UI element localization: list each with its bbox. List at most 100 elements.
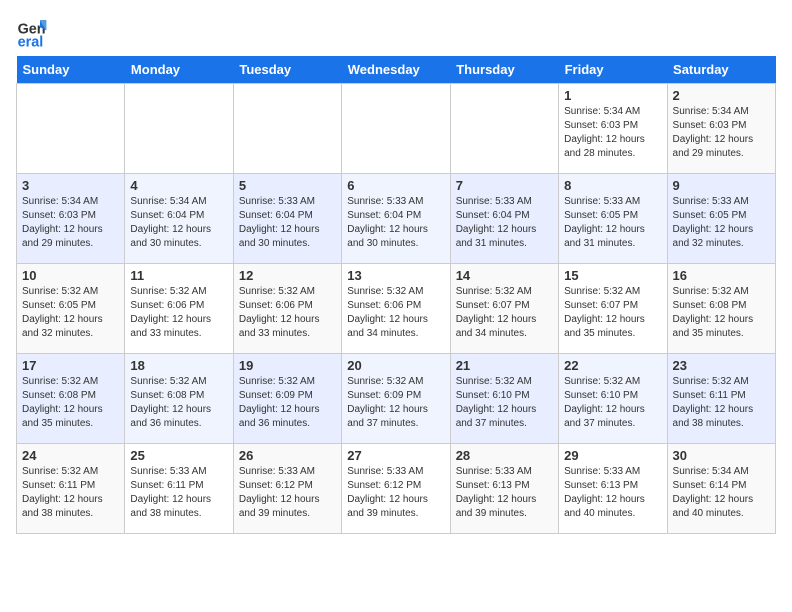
day-number: 15 [564,268,661,283]
day-info: Sunrise: 5:33 AM Sunset: 6:05 PM Dayligh… [564,195,661,251]
day-number: 22 [564,358,661,373]
calendar-cell: 20 Sunrise: 5:32 AM Sunset: 6:09 PM Dayli… [342,354,450,444]
weekday-header-saturday: Saturday [667,56,775,84]
calendar-cell: 14Sunrise: 5:32 AM Sunset: 6:07 PM Dayli… [450,264,558,354]
calendar-cell: 30 Sunrise: 5:34 AM Sunset: 6:14 PM Dayli… [667,444,775,534]
day-number: 23 [673,358,770,373]
calendar-cell: 3 Sunrise: 5:34 AM Sunset: 6:03 PM Daylig… [17,174,125,264]
day-info: Sunrise: 5:33 AM Sunset: 6:13 PM Dayligh… [564,465,661,521]
calendar-cell: 29 Sunrise: 5:33 AM Sunset: 6:13 PM Dayli… [559,444,667,534]
calendar-cell: 16Sunrise: 5:32 AM Sunset: 6:08 PM Dayli… [667,264,775,354]
day-info: Sunrise: 5:33 AM Sunset: 6:12 PM Dayligh… [239,465,336,521]
calendar-cell [125,84,233,174]
calendar-cell: 25 Sunrise: 5:33 AM Sunset: 6:11 PM Dayli… [125,444,233,534]
day-number: 1 [564,88,661,103]
weekday-header-row: SundayMondayTuesdayWednesdayThursdayFrid… [17,56,776,84]
calendar-cell: 18 Sunrise: 5:32 AM Sunset: 6:08 PM Dayli… [125,354,233,444]
day-info: Sunrise: 5:32 AM Sunset: 6:10 PM Dayligh… [456,375,553,431]
day-number: 8 [564,178,661,193]
calendar-week-row: 1 Sunrise: 5:34 AM Sunset: 6:03 PM Daylig… [17,84,776,174]
calendar-cell: 6 Sunrise: 5:33 AM Sunset: 6:04 PM Daylig… [342,174,450,264]
day-number: 21 [456,358,553,373]
day-number: 17 [22,358,119,373]
logo-icon: Gen eral [16,16,48,48]
day-number: 3 [22,178,119,193]
day-number: 11 [130,268,227,283]
calendar-cell: 24Sunrise: 5:32 AM Sunset: 6:11 PM Dayli… [17,444,125,534]
svg-text:eral: eral [18,34,44,48]
calendar-cell: 4Sunrise: 5:34 AM Sunset: 6:04 PM Daylig… [125,174,233,264]
calendar-cell: 23 Sunrise: 5:32 AM Sunset: 6:11 PM Dayli… [667,354,775,444]
calendar-cell: 12 Sunrise: 5:32 AM Sunset: 6:06 PM Dayli… [233,264,341,354]
day-number: 16 [673,268,770,283]
calendar-week-row: 24Sunrise: 5:32 AM Sunset: 6:11 PM Dayli… [17,444,776,534]
day-info: Sunrise: 5:33 AM Sunset: 6:04 PM Dayligh… [347,195,444,251]
calendar-cell: 9Sunrise: 5:33 AM Sunset: 6:05 PM Daylig… [667,174,775,264]
calendar-cell: 15 Sunrise: 5:32 AM Sunset: 6:07 PM Dayli… [559,264,667,354]
calendar-cell: 5Sunrise: 5:33 AM Sunset: 6:04 PM Daylig… [233,174,341,264]
calendar-cell: 11 Sunrise: 5:32 AM Sunset: 6:06 PM Dayli… [125,264,233,354]
day-info: Sunrise: 5:33 AM Sunset: 6:13 PM Dayligh… [456,465,553,521]
day-info: Sunrise: 5:34 AM Sunset: 6:03 PM Dayligh… [564,105,661,161]
day-info: Sunrise: 5:33 AM Sunset: 6:04 PM Dayligh… [456,195,553,251]
calendar-cell: 27 Sunrise: 5:33 AM Sunset: 6:12 PM Dayli… [342,444,450,534]
day-info: Sunrise: 5:32 AM Sunset: 6:09 PM Dayligh… [347,375,444,431]
day-number: 5 [239,178,336,193]
day-number: 9 [673,178,770,193]
day-number: 14 [456,268,553,283]
day-number: 29 [564,448,661,463]
day-number: 18 [130,358,227,373]
day-info: Sunrise: 5:32 AM Sunset: 6:09 PM Dayligh… [239,375,336,431]
calendar-cell: 1 Sunrise: 5:34 AM Sunset: 6:03 PM Daylig… [559,84,667,174]
day-number: 20 [347,358,444,373]
day-info: Sunrise: 5:32 AM Sunset: 6:06 PM Dayligh… [239,285,336,341]
weekday-header-wednesday: Wednesday [342,56,450,84]
day-number: 30 [673,448,770,463]
day-number: 26 [239,448,336,463]
calendar-cell: 8 Sunrise: 5:33 AM Sunset: 6:05 PM Daylig… [559,174,667,264]
day-number: 24 [22,448,119,463]
calendar-cell: 13 Sunrise: 5:32 AM Sunset: 6:06 PM Dayli… [342,264,450,354]
day-info: Sunrise: 5:33 AM Sunset: 6:11 PM Dayligh… [130,465,227,521]
day-info: Sunrise: 5:32 AM Sunset: 6:08 PM Dayligh… [130,375,227,431]
calendar-week-row: 17 Sunrise: 5:32 AM Sunset: 6:08 PM Dayli… [17,354,776,444]
day-info: Sunrise: 5:34 AM Sunset: 6:03 PM Dayligh… [673,105,770,161]
calendar-cell [342,84,450,174]
calendar-cell [17,84,125,174]
calendar-week-row: 10Sunrise: 5:32 AM Sunset: 6:05 PM Dayli… [17,264,776,354]
day-info: Sunrise: 5:32 AM Sunset: 6:06 PM Dayligh… [130,285,227,341]
header: Gen eral [16,16,776,48]
day-number: 28 [456,448,553,463]
day-info: Sunrise: 5:32 AM Sunset: 6:10 PM Dayligh… [564,375,661,431]
calendar-cell [233,84,341,174]
calendar-cell: 22 Sunrise: 5:32 AM Sunset: 6:10 PM Dayli… [559,354,667,444]
calendar-table: SundayMondayTuesdayWednesdayThursdayFrid… [16,56,776,534]
calendar-cell: 26 Sunrise: 5:33 AM Sunset: 6:12 PM Dayli… [233,444,341,534]
calendar-cell: 7 Sunrise: 5:33 AM Sunset: 6:04 PM Daylig… [450,174,558,264]
day-info: Sunrise: 5:33 AM Sunset: 6:12 PM Dayligh… [347,465,444,521]
logo: Gen eral [16,16,52,48]
day-number: 2 [673,88,770,103]
day-info: Sunrise: 5:34 AM Sunset: 6:14 PM Dayligh… [673,465,770,521]
day-info: Sunrise: 5:34 AM Sunset: 6:04 PM Dayligh… [130,195,227,251]
calendar-week-row: 3 Sunrise: 5:34 AM Sunset: 6:03 PM Daylig… [17,174,776,264]
weekday-header-monday: Monday [125,56,233,84]
day-info: Sunrise: 5:32 AM Sunset: 6:07 PM Dayligh… [564,285,661,341]
day-info: Sunrise: 5:32 AM Sunset: 6:05 PM Dayligh… [22,285,119,341]
day-info: Sunrise: 5:32 AM Sunset: 6:06 PM Dayligh… [347,285,444,341]
weekday-header-thursday: Thursday [450,56,558,84]
weekday-header-sunday: Sunday [17,56,125,84]
calendar-cell: 19Sunrise: 5:32 AM Sunset: 6:09 PM Dayli… [233,354,341,444]
day-number: 7 [456,178,553,193]
weekday-header-tuesday: Tuesday [233,56,341,84]
day-info: Sunrise: 5:32 AM Sunset: 6:08 PM Dayligh… [22,375,119,431]
day-number: 6 [347,178,444,193]
calendar-cell: 2 Sunrise: 5:34 AM Sunset: 6:03 PM Daylig… [667,84,775,174]
day-number: 27 [347,448,444,463]
day-info: Sunrise: 5:34 AM Sunset: 6:03 PM Dayligh… [22,195,119,251]
day-number: 25 [130,448,227,463]
day-number: 13 [347,268,444,283]
day-info: Sunrise: 5:32 AM Sunset: 6:11 PM Dayligh… [673,375,770,431]
calendar-cell [450,84,558,174]
day-number: 12 [239,268,336,283]
